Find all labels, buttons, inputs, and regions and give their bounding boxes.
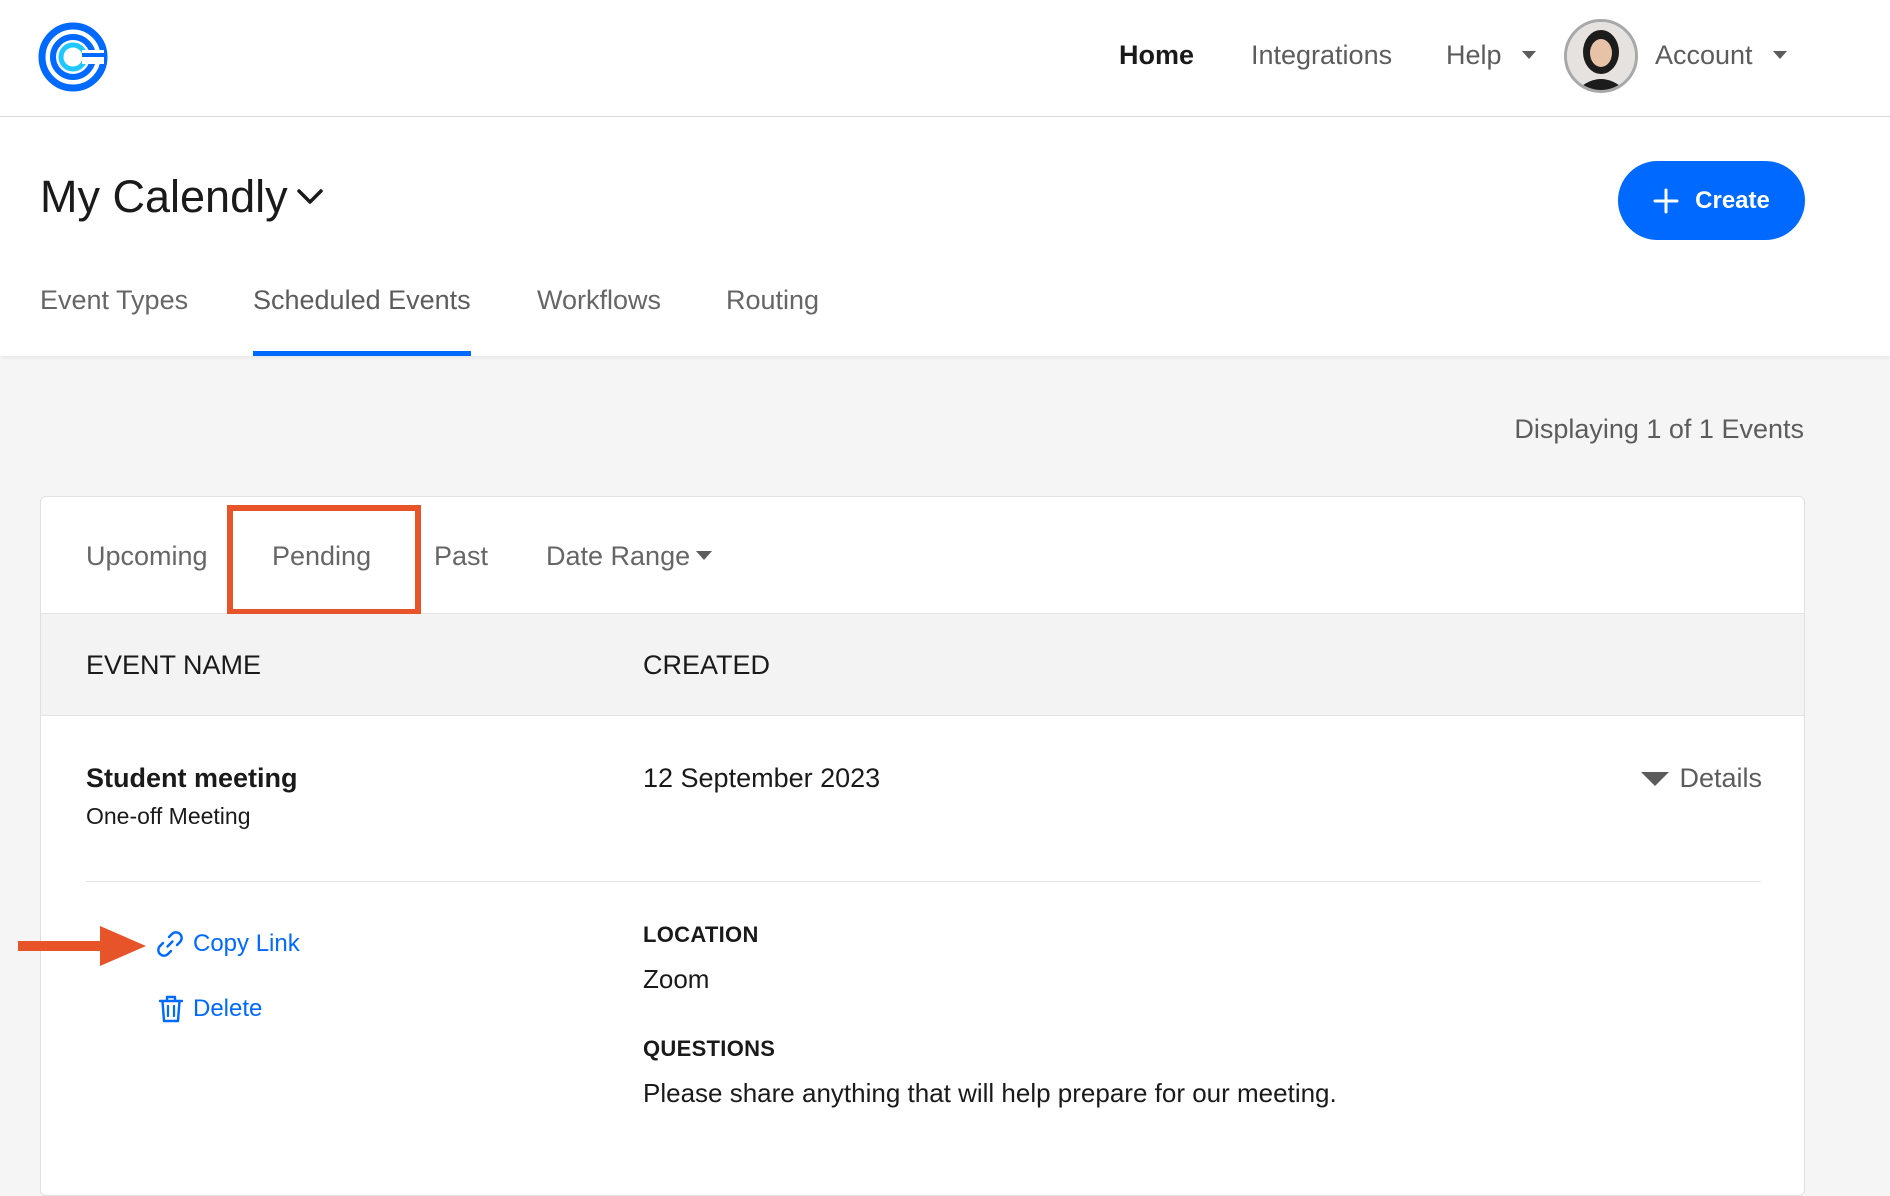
events-card: Upcoming Pending Past Date Range EVENT N… [40,496,1805,1196]
event-name: Student meeting [86,763,298,793]
create-button-label: Create [1695,186,1770,214]
copy-link-label: Copy Link [193,930,300,957]
caret-down-icon [1521,50,1536,59]
delete-button[interactable]: Delete [157,994,262,1024]
link-icon [157,931,183,957]
filter-upcoming[interactable]: Upcoming [86,541,208,572]
table-header: EVENT NAME CREATED [41,614,1804,716]
nav-account-menu[interactable]: Account [1655,38,1787,72]
annotation-arrow-icon [18,926,146,966]
nav-help-menu[interactable]: Help [1446,38,1536,72]
column-header-event-name: EVENT NAME [86,650,262,680]
nav-home[interactable]: Home [1119,38,1194,72]
trash-icon [158,995,184,1023]
nav-integrations[interactable]: Integrations [1251,38,1392,72]
caret-down-icon [1772,50,1787,59]
filter-tabs: Upcoming Pending Past Date Range [41,497,1804,615]
details-toggle[interactable]: Details [1641,763,1762,794]
details-label: Details [1679,763,1762,793]
tab-workflows[interactable]: Workflows [537,282,661,356]
calendly-logo-icon[interactable] [38,22,108,92]
delete-label: Delete [193,995,263,1022]
copy-link-button[interactable]: Copy Link [155,929,300,959]
user-photo-icon [1567,22,1635,90]
tab-routing[interactable]: Routing [726,282,819,356]
filter-past[interactable]: Past [434,541,488,572]
nav-account-label: Account [1655,40,1753,70]
plus-icon [1653,188,1679,213]
page-title[interactable]: My Calendly [40,169,324,225]
filter-pending[interactable]: Pending [272,541,371,572]
page-header: My Calendly Create Event Types Scheduled… [0,117,1890,356]
divider [86,881,1761,882]
avatar[interactable] [1564,19,1638,93]
location-label: LOCATION [643,922,759,947]
page-title-label: My Calendly [40,171,288,222]
triangle-down-icon [1641,771,1670,786]
filter-date-range-label: Date Range [546,541,691,571]
questions-label: QUESTIONS [643,1036,776,1061]
top-nav: Home Integrations Help Account [0,0,1890,117]
caret-down-icon [696,551,713,561]
tab-scheduled-events[interactable]: Scheduled Events [253,282,471,356]
create-button[interactable]: Create [1618,161,1805,240]
filter-date-range[interactable]: Date Range [546,541,713,572]
questions-value: Please share anything that will help pre… [643,1078,1337,1108]
chevron-down-icon [296,189,323,204]
events-count-text: Displaying 1 of 1 Events [1514,414,1804,444]
location-value: Zoom [643,964,710,994]
column-header-created: CREATED [643,650,771,680]
nav-help-label: Help [1446,40,1502,70]
tab-event-types[interactable]: Event Types [40,282,188,356]
event-type: One-off Meeting [86,803,251,829]
event-created-date: 12 September 2023 [643,763,881,793]
